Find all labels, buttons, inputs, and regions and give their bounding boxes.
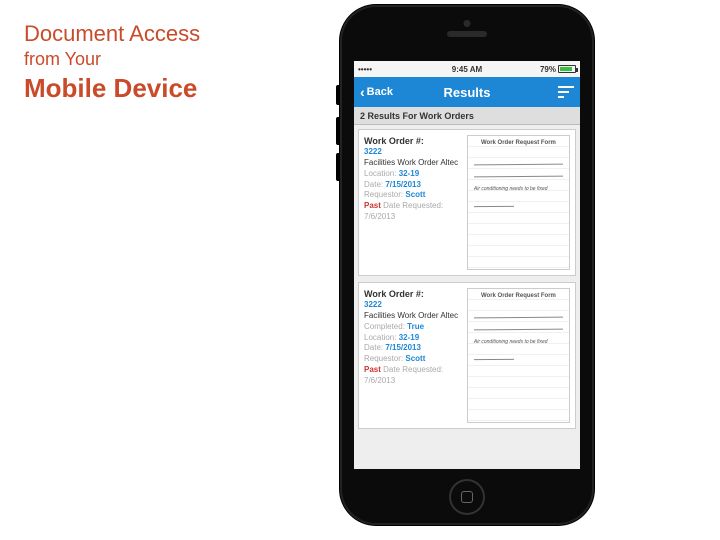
- req-label: Requestor:: [364, 190, 403, 199]
- req-value: Scott: [405, 190, 425, 199]
- document-thumbnail[interactable]: Work Order Request Form Air conditioning…: [467, 288, 570, 423]
- slide-title: Document Access from Your Mobile Device: [24, 20, 200, 105]
- datereq-value: 7/6/2013: [364, 376, 463, 387]
- nav-bar: ‹ Back Results: [354, 77, 580, 107]
- date-value: 7/15/2013: [385, 343, 421, 352]
- loc-value: 32-19: [399, 169, 419, 178]
- wo-label: Work Order #:: [364, 288, 463, 300]
- card-meta: Work Order #: 3222 Facilities Work Order…: [364, 288, 463, 423]
- home-button[interactable]: [449, 479, 485, 515]
- loc-value: 32-19: [399, 333, 419, 342]
- datereq-value: 7/6/2013: [364, 212, 463, 223]
- result-card[interactable]: Work Order #: 3222 Facilities Work Order…: [358, 129, 576, 276]
- past-badge: Past: [364, 365, 381, 374]
- phone-screen: ••••• 9:45 AM 79% ‹ Back Results 2 Resul…: [354, 61, 580, 469]
- wo-label: Work Order #:: [364, 135, 463, 147]
- form-title: Work Order Request Form: [468, 140, 569, 146]
- mute-switch: [336, 85, 340, 105]
- loc-label: Location:: [364, 169, 396, 178]
- phone-frame: ••••• 9:45 AM 79% ‹ Back Results 2 Resul…: [340, 5, 594, 525]
- battery-percent: 79%: [540, 65, 556, 74]
- wo-number[interactable]: 3222: [364, 300, 463, 311]
- past-badge: Past: [364, 201, 381, 210]
- title-line1: Document Access: [24, 20, 200, 48]
- battery-icon: [558, 65, 576, 73]
- earpiece-speaker: [447, 31, 487, 37]
- req-value: Scott: [405, 354, 425, 363]
- date-value: 7/15/2013: [385, 180, 421, 189]
- title-line2: from Your: [24, 48, 200, 71]
- date-label: Date:: [364, 343, 383, 352]
- req-label: Requestor:: [364, 354, 403, 363]
- comp-value: True: [407, 322, 424, 331]
- form-note: Air conditioning needs to be fixed: [474, 339, 548, 345]
- results-count: 2 Results For Work Orders: [354, 107, 580, 125]
- document-thumbnail[interactable]: Work Order Request Form Air conditioning…: [467, 135, 570, 270]
- results-list[interactable]: Work Order #: 3222 Facilities Work Order…: [354, 125, 580, 469]
- wo-number[interactable]: 3222: [364, 147, 463, 158]
- wo-desc: Facilities Work Order Altec: [364, 158, 463, 169]
- comp-label: Completed:: [364, 322, 405, 331]
- date-label: Date:: [364, 180, 383, 189]
- datereq-label: Date Requested:: [383, 365, 443, 374]
- volume-down-button: [336, 153, 340, 181]
- status-bar: ••••• 9:45 AM 79%: [354, 61, 580, 77]
- back-label: Back: [367, 86, 393, 98]
- form-title: Work Order Request Form: [468, 293, 569, 299]
- form-note: Air conditioning needs to be fixed: [474, 186, 548, 192]
- volume-up-button: [336, 117, 340, 145]
- loc-label: Location:: [364, 333, 396, 342]
- filter-icon[interactable]: [558, 86, 574, 98]
- chevron-left-icon: ‹: [360, 85, 365, 99]
- datereq-label: Date Requested:: [383, 201, 443, 210]
- result-card[interactable]: Work Order #: 3222 Facilities Work Order…: [358, 282, 576, 429]
- front-camera: [464, 20, 471, 27]
- card-meta: Work Order #: 3222 Facilities Work Order…: [364, 135, 463, 270]
- title-line3: Mobile Device: [24, 72, 200, 105]
- wo-desc: Facilities Work Order Altec: [364, 311, 463, 322]
- back-button[interactable]: ‹ Back: [360, 85, 393, 99]
